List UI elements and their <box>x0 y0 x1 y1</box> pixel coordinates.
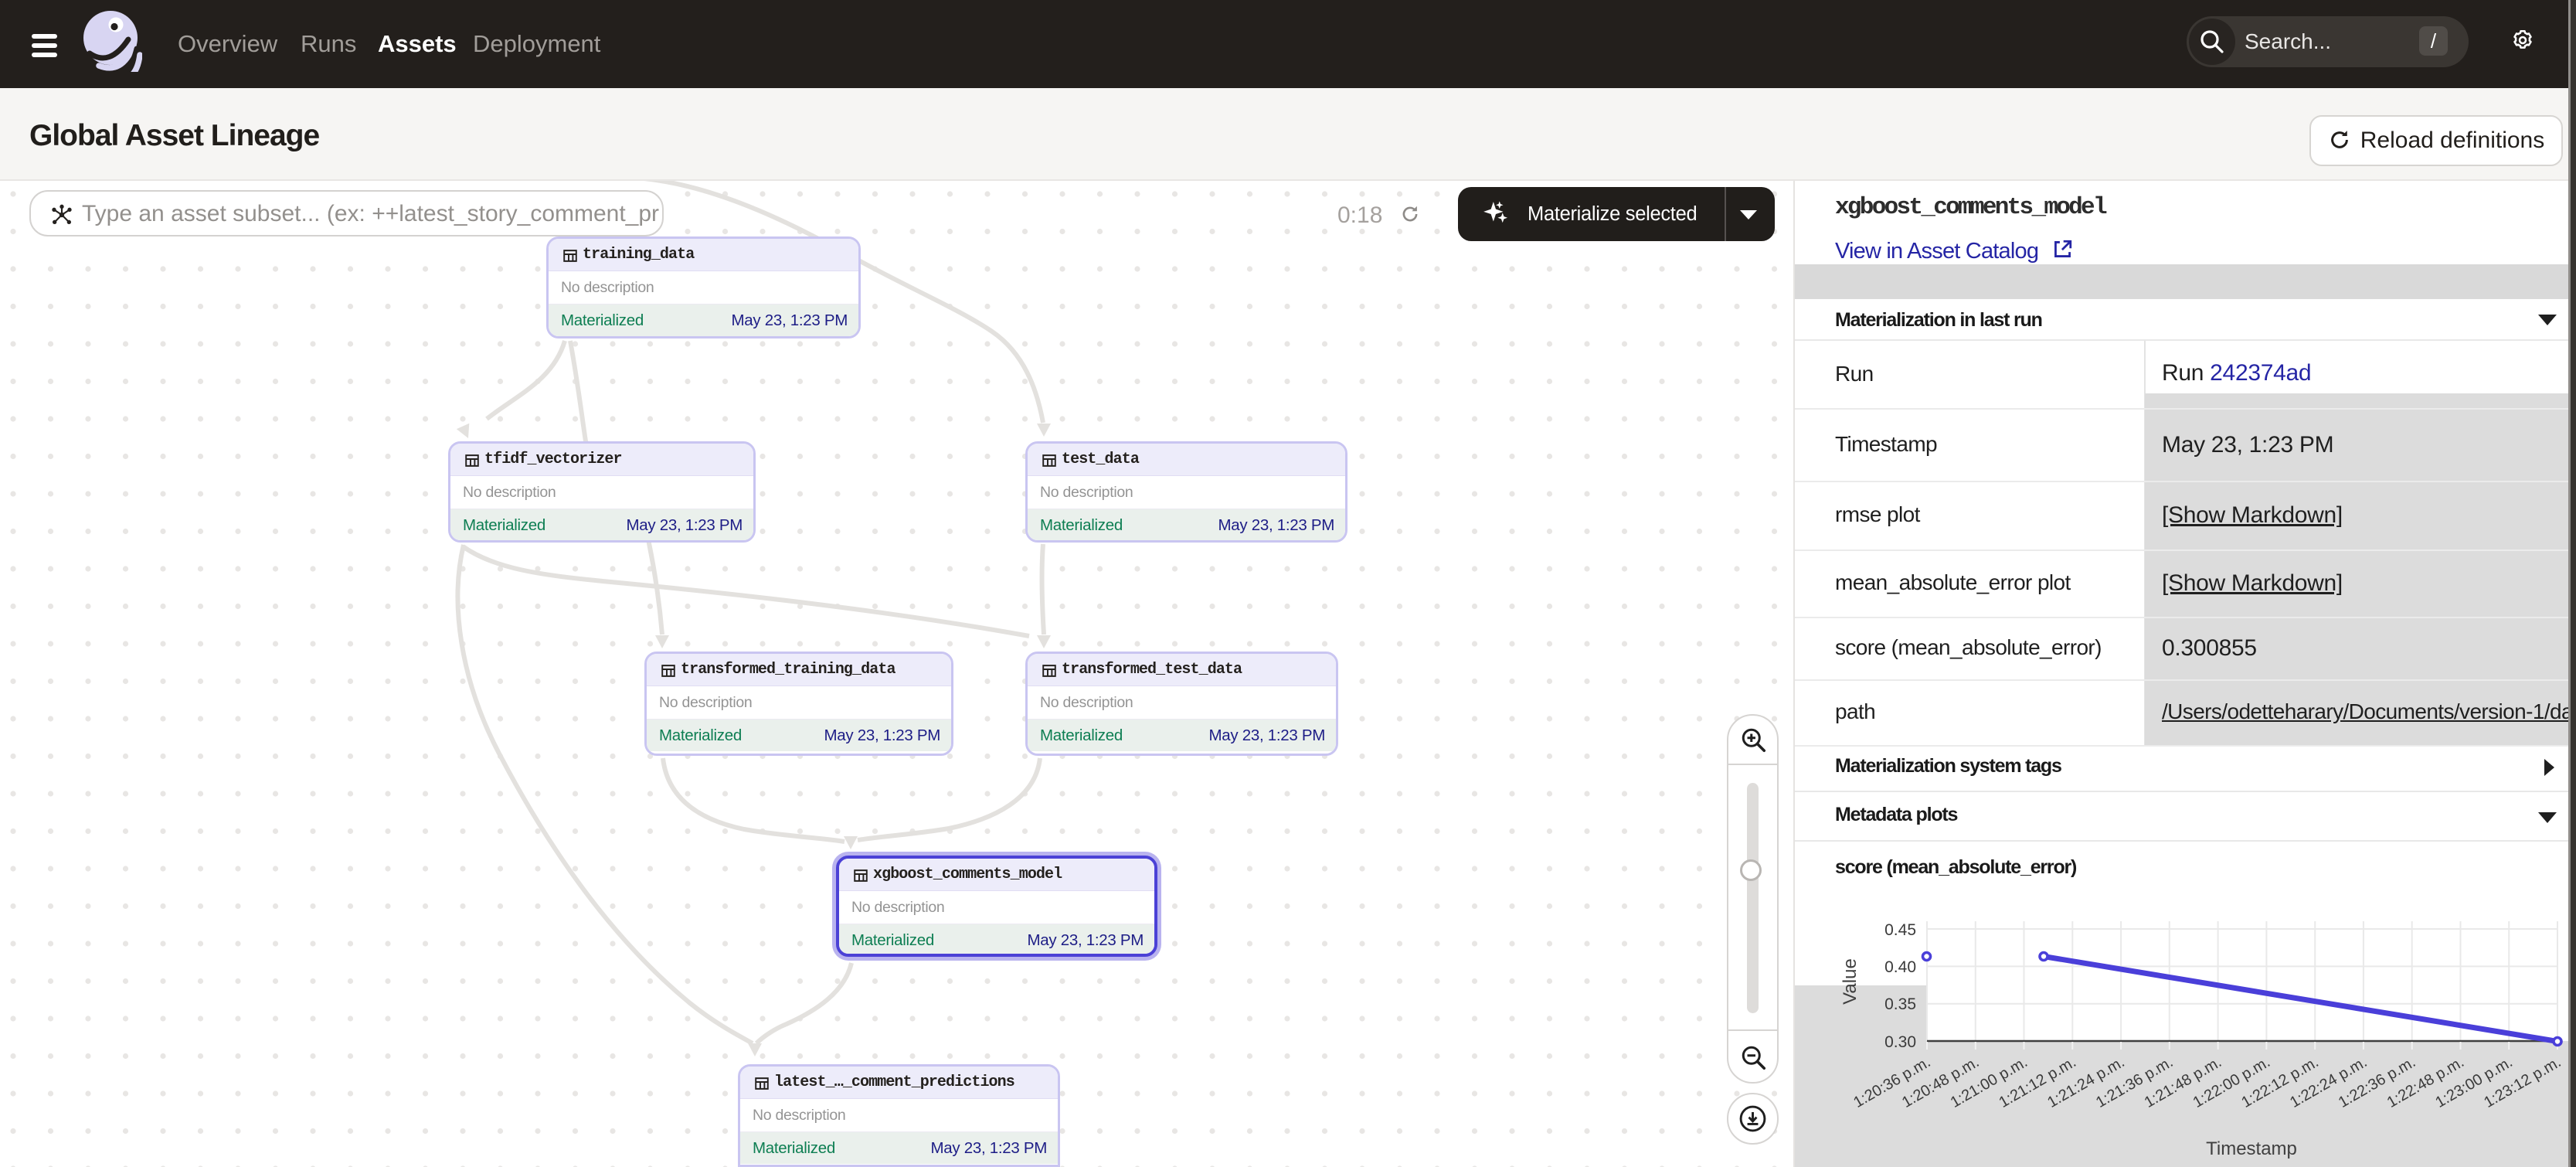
svg-text:Timestamp: Timestamp <box>2206 1138 2297 1159</box>
svg-text:0.35: 0.35 <box>1884 995 1916 1013</box>
svg-text:0.40: 0.40 <box>1884 958 1916 976</box>
svg-text:Value: Value <box>1840 958 1861 1005</box>
svg-text:0.30: 0.30 <box>1884 1033 1916 1051</box>
svg-text:0.45: 0.45 <box>1884 921 1916 939</box>
